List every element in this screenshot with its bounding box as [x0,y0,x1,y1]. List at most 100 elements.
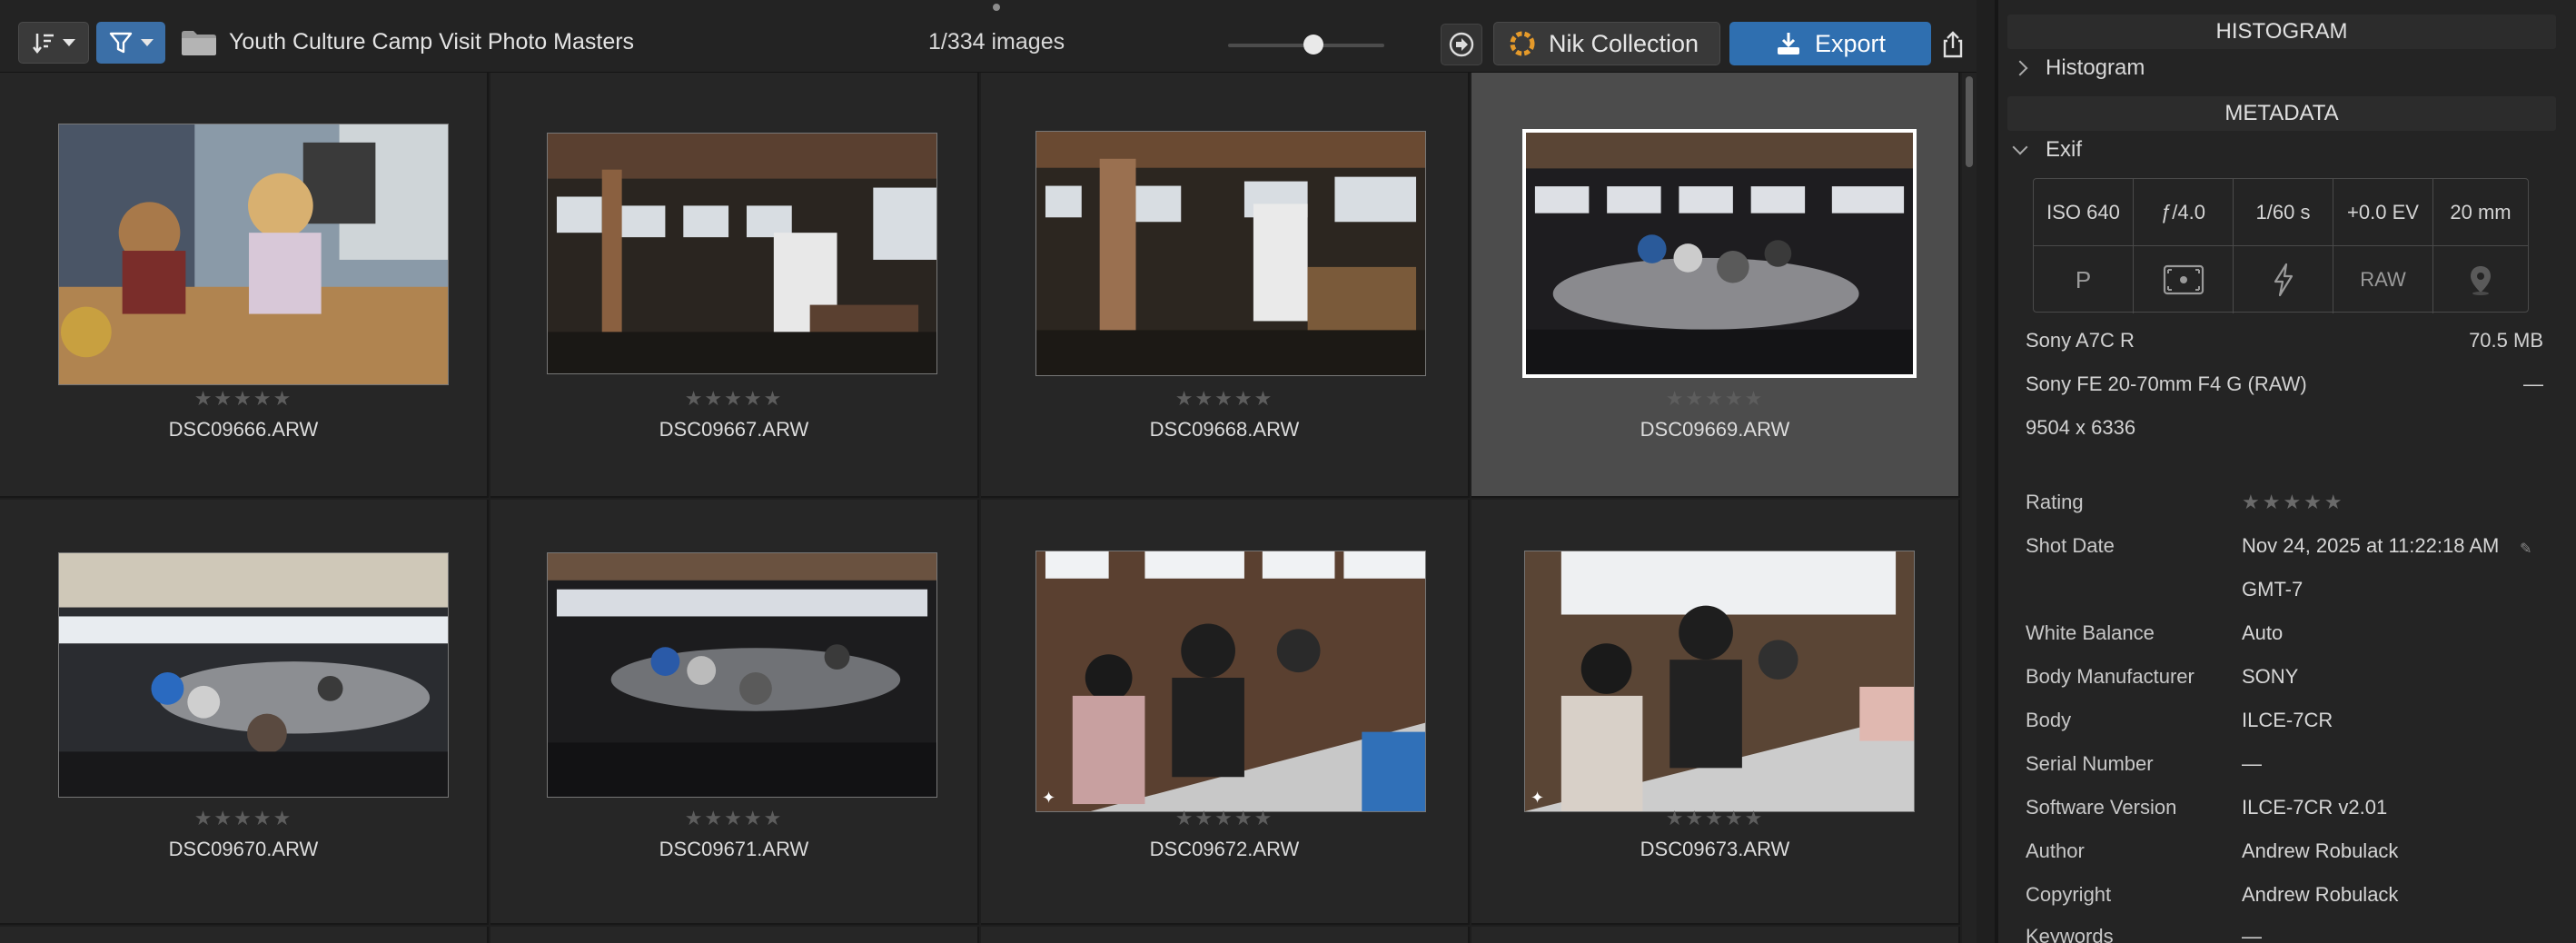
field-label: Software Version [2026,796,2177,819]
exif-aperture: ƒ/4.0 [2134,179,2234,246]
thumbnail-image[interactable] [1522,129,1917,378]
thumbnail-filename: DSC09666.ARW [168,418,319,441]
goto-icon [1449,32,1474,57]
field-label: Body [2026,709,2072,731]
edited-badge-icon: ✦ [1531,789,1545,807]
filter-button[interactable] [96,22,165,64]
browser-toolbar: Youth Culture Camp Visit Photo Masters 1… [0,0,1977,73]
photo-kids-at-counter [59,124,448,384]
thumbnail-cell[interactable]: ★★★★★ DSC09671.ARW [490,500,979,925]
author-value: Andrew Robulack [2242,839,2399,862]
thumbnail-image[interactable]: ✦ [1524,551,1915,812]
exif-file-format: RAW [2333,246,2433,313]
scrollbar-thumb[interactable] [1966,76,1973,167]
panel-drag-handle[interactable] [993,4,1000,11]
field-label: Serial Number [2026,752,2154,775]
thumbnail-cell[interactable] [0,927,489,943]
exif-focal-length: 20 mm [2433,179,2528,246]
thumbnail-cell[interactable]: ★★★★★ DSC09670.ARW [0,500,489,925]
sort-button[interactable] [18,22,89,64]
thumbnail-image[interactable] [58,124,449,385]
folder-name[interactable]: Youth Culture Camp Visit Photo Masters [229,29,634,55]
rating-stars[interactable]: ★★★★★ [0,387,487,411]
histogram-panel-title[interactable]: HISTOGRAM [2007,15,2556,49]
histogram-section-toggle[interactable]: Histogram [2009,53,2145,84]
exif-flash [2234,246,2333,313]
thumbnail-cell-selected[interactable]: ★★★★★ DSC09669.ARW [1471,73,1960,498]
histogram-section-label: Histogram [2046,55,2145,80]
exif-location [2433,246,2528,313]
thumbnail-filename: DSC09668.ARW [1149,418,1300,441]
thumbnail-image[interactable]: ✦ [1035,551,1426,812]
thumbnail-cell[interactable] [490,927,979,943]
grid-scrollbar[interactable] [1962,73,1977,943]
exif-metering [2134,246,2234,313]
thumbnail-image[interactable] [547,133,937,374]
photo-group-at-tables [1526,133,1913,374]
nik-logo-icon [1510,31,1535,56]
rating-value[interactable]: ★★★★★ [2242,491,2345,514]
nik-collection-button[interactable]: Nik Collection [1493,22,1720,65]
shot-date-value: Nov 24, 2025 at 11:22:18 AM [2242,534,2500,557]
thumbnail-cell[interactable]: ✦ ★★★★★ DSC09672.ARW [981,500,1470,925]
camera-model: Sony A7C R [2026,329,2135,352]
nik-collection-label: Nik Collection [1549,29,1699,57]
rating-stars[interactable]: ★★★★★ [1471,807,1958,830]
photo-group-wide [59,553,448,797]
exif-exposure-bias: +0.0 EV [2333,179,2433,246]
share-icon [1943,31,1963,58]
chevron-down-icon [63,39,75,46]
thumbnail-cell[interactable]: ★★★★★ DSC09667.ARW [490,73,979,498]
flash-icon [2274,263,2293,297]
photo-cabin-interior [548,134,936,373]
field-label: Shot Date [2026,534,2115,557]
thumbnail-cell[interactable]: ★★★★★ DSC09666.ARW [0,73,489,498]
edit-pencil-icon[interactable]: ✎ [2520,540,2531,558]
thumbnail-image[interactable] [58,552,449,798]
rating-stars[interactable]: ★★★★★ [0,807,487,830]
rating-stars[interactable]: ★★★★★ [1471,387,1958,411]
rating-stars[interactable]: ★★★★★ [981,387,1468,411]
thumbnail-cell[interactable] [981,927,1470,943]
field-label: Rating [2026,491,2084,513]
exif-iso: ISO 640 [2034,179,2134,246]
software-version-value: ILCE-7CR v2.01 [2242,796,2388,819]
thumbnail-cell[interactable]: ★★★★★ DSC09668.ARW [981,73,1470,498]
rating-stars[interactable]: ★★★★★ [490,807,977,830]
inspector-panel: HISTOGRAM Histogram METADATA Exif ISO 64… [1995,0,2576,943]
chevron-down-icon [2012,139,2028,155]
thumbnail-filename: DSC09673.ARW [1640,838,1790,860]
timezone-value: GMT-7 [2242,578,2304,601]
chevron-right-icon [2012,60,2028,76]
serial-number-value: — [2242,752,2262,775]
thumbnail-size-slider[interactable] [1228,35,1384,56]
thumbnail-filename: DSC09669.ARW [1640,418,1790,441]
rating-stars[interactable]: ★★★★★ [490,387,977,411]
share-button[interactable] [1935,24,1971,65]
photo-students-closeup [1036,551,1425,811]
thumbnail-filename: DSC09670.ARW [168,838,319,860]
thumbnail-image[interactable] [547,552,937,798]
folder-icon [182,31,216,55]
image-dimensions: 9504 x 6336 [2026,416,2136,439]
thumbnail-cell[interactable]: ✦ ★★★★★ DSC09673.ARW [1471,500,1960,925]
export-icon [1777,33,1799,55]
white-balance-value: Auto [2242,621,2284,644]
edited-badge-icon: ✦ [1042,789,1056,807]
thumbnail-image[interactable] [1035,131,1426,376]
field-label: Copyright [2026,883,2112,906]
exif-section-toggle[interactable]: Exif [2009,134,2082,165]
slider-knob[interactable] [1303,35,1323,55]
send-to-button[interactable] [1441,24,1482,65]
thumbnail-cell[interactable] [1471,927,1960,943]
exif-shutter: 1/60 s [2234,179,2333,246]
lens-extra: — [2523,372,2543,395]
thumbnail-filename: DSC09671.ARW [659,838,809,860]
body-value: ILCE-7CR [2242,709,2333,731]
export-button[interactable]: Export [1729,22,1931,65]
thumbnail-filename: DSC09672.ARW [1149,838,1300,860]
metadata-panel-title[interactable]: METADATA [2007,96,2556,131]
exif-exposure-mode: P [2034,246,2134,313]
rating-stars[interactable]: ★★★★★ [981,807,1468,830]
field-label: Body Manufacturer [2026,665,2195,688]
